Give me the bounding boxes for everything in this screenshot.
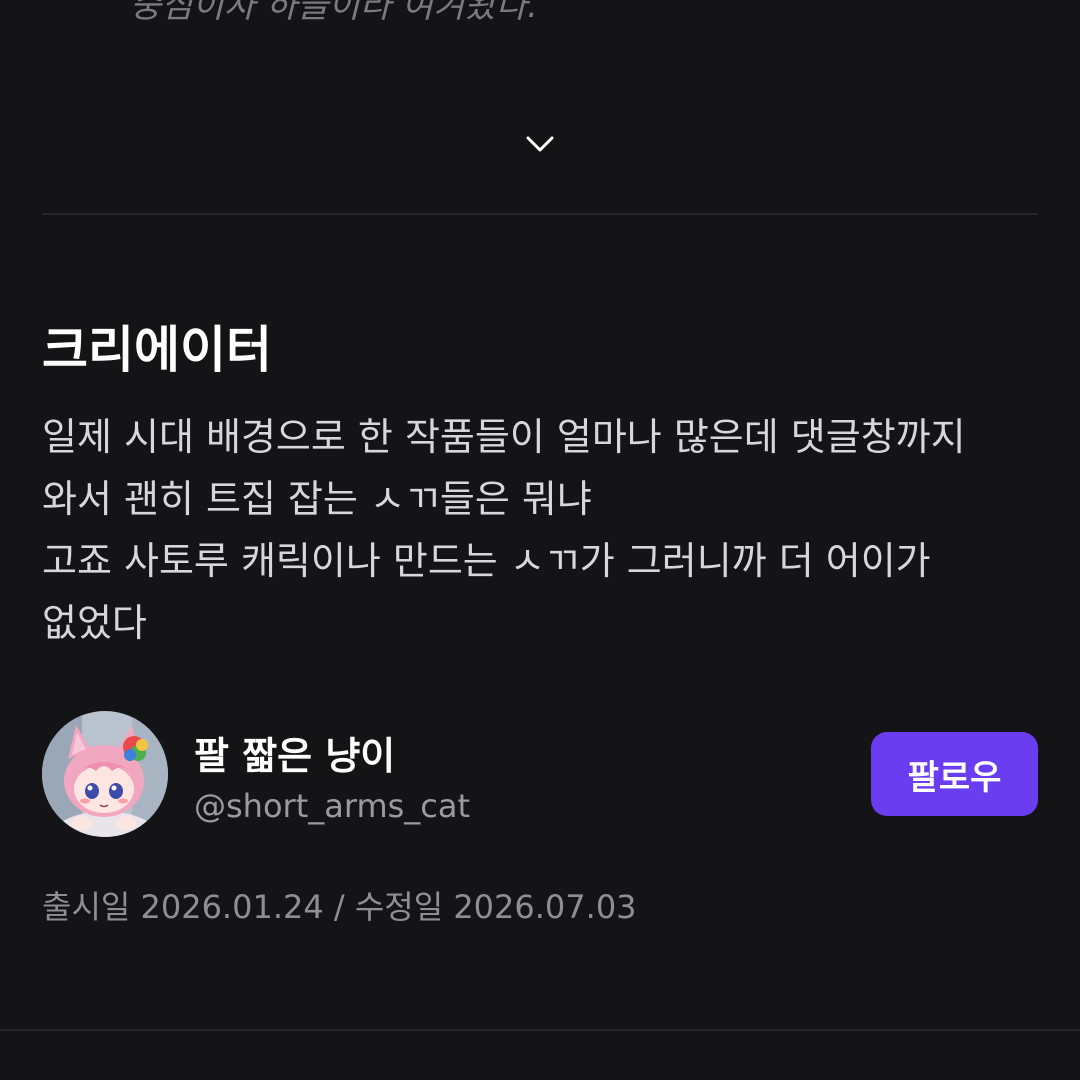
cat-girl-avatar-icon [42,711,168,837]
chevron-down-icon [526,136,554,152]
description-line: 일제 시대 배경으로 한 작품들이 얼마나 많은데 댓글창까지 [42,415,966,459]
description-line: 와서 괜히 트집 잡는 ㅅㄲ들은 뭐냐 [42,477,592,521]
creator-name[interactable]: 팔 짧은 냥이 [194,725,395,780]
creator-handle: @short_arms_cat [194,787,471,825]
follow-button[interactable]: 팔로우 [871,732,1038,816]
bottom-divider [0,1029,1080,1031]
expand-button[interactable] [518,124,562,164]
release-update-dates: 출시일 2026.01.24 / 수정일 2026.07.03 [42,888,637,926]
cut-off-description-text: 중심이자 하늘이라 여겨왔다. [130,0,538,26]
section-title: 크리에이터 [42,321,272,379]
section-divider [42,213,1038,215]
description-line: 없었다 [42,601,147,645]
creator-description: 일제 시대 배경으로 한 작품들이 얼마나 많은데 댓글창까지 와서 괜히 트집… [42,406,1042,654]
avatar[interactable] [42,711,168,837]
description-line: 고죠 사토루 캐릭이나 만드는 ㅅㄲ가 그러니까 더 어이가 [42,539,931,583]
